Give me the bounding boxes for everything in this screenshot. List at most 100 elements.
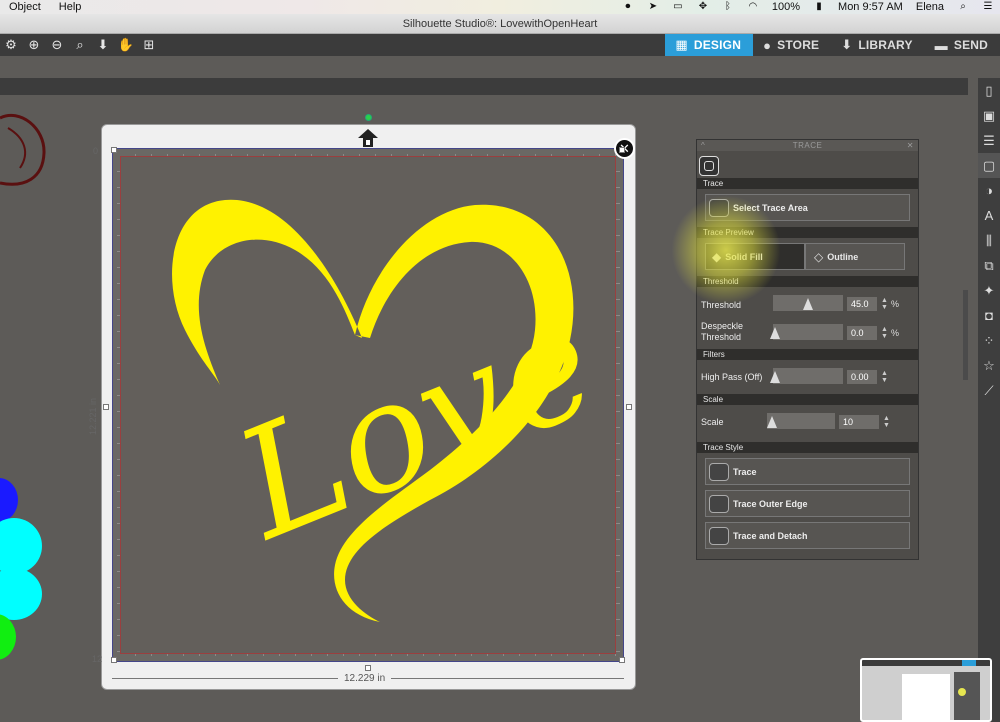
text-icon[interactable]: A [978,203,1000,228]
menu-list-icon[interactable]: ☰ [982,2,994,12]
trace-outer-edge-icon [709,494,729,513]
menu-help[interactable]: Help [50,0,91,14]
partial-cyan-circle-2[interactable] [0,568,42,620]
selection-handle[interactable] [365,665,371,671]
threshold-stepper[interactable]: ▲ ▼ [881,297,889,311]
preview-outline-button[interactable]: ◇ Outline [805,243,905,270]
scale-stepper[interactable]: ▲ ▼ [883,415,891,429]
library-icon: ⬇ [841,37,853,52]
despeckle-label-line1: Despeckle [701,321,744,331]
trace-panel-icon[interactable]: ▢ [978,153,1000,178]
clock[interactable]: Mon 9:57 AM [838,1,903,13]
right-scrollbar[interactable] [963,290,968,380]
scale-slider-knob[interactable] [767,416,777,428]
partial-blue-circle[interactable] [0,478,18,522]
user-name[interactable]: Elena [916,1,944,13]
threshold-label: Threshold [701,300,742,310]
trace-and-detach-button[interactable]: Trace and Detach [705,522,910,549]
love-text[interactable]: Love [213,276,600,575]
eraser-icon[interactable]: ⟋ [978,378,1000,403]
collapse-icon[interactable]: ^ [701,140,705,151]
move-down-icon[interactable]: ⬇ [94,36,112,54]
battery-icon[interactable]: ▮ [813,2,825,12]
zoom-out-icon[interactable]: ⊖ [48,36,66,54]
trace-outer-edge-button[interactable]: Trace Outer Edge [705,490,910,517]
battery-percent: 100% [771,1,801,13]
wifi-icon[interactable]: ◠ [747,2,759,12]
threshold-slider-knob[interactable] [803,298,813,310]
threshold-slider[interactable] [773,295,843,311]
scale-label: Scale [701,417,724,427]
trace-panel-header[interactable]: ^ TRACE ✕ [697,140,918,151]
high-pass-slider-knob[interactable] [770,371,780,383]
menu-object[interactable]: Object [0,0,50,14]
high-pass-slider[interactable] [770,368,843,384]
search-icon[interactable]: ⌕ [957,2,969,12]
trace-button[interactable]: Trace [705,458,910,485]
zoom-select-icon[interactable]: ⌕ [71,36,89,54]
partial-cyan-circle-1[interactable] [0,518,42,574]
home-arrow-icon[interactable] [357,128,379,148]
preview-solid-fill-button[interactable]: ◆ Solid Fill [705,243,805,270]
despeckle-slider[interactable] [770,324,843,340]
page-setup-icon[interactable]: ▯ [978,78,1000,103]
trace-area-icon [709,198,729,217]
trace-icon [709,462,729,481]
star-icon[interactable]: ☆ [978,353,1000,378]
select-trace-area-label: Select Trace Area [733,202,808,213]
select-trace-area-button[interactable]: Select Trace Area [705,194,910,221]
move-icon[interactable]: ✥ [697,2,709,12]
width-label: 12.229 in [338,672,392,685]
zoom-in-icon[interactable]: ⊕ [25,36,43,54]
cursor-icon[interactable]: ➤ [647,2,659,12]
grid-icon: ▦ [675,37,688,52]
rotate-handle[interactable] [365,114,372,121]
pan-hand-icon[interactable]: ✋ [117,36,135,54]
selection-handle[interactable] [619,147,625,153]
despeckle-input[interactable]: 0.0 [847,326,877,340]
high-pass-input[interactable]: 0.00 [847,370,877,384]
align-icon[interactable]: ⫼ [978,228,1000,253]
replicate-icon[interactable]: ⧉ [978,253,1000,278]
fish-outline-icon: ◇ [814,249,824,264]
trace-and-detach-label: Trace and Detach [733,530,808,541]
fill-icon[interactable]: ◑ [978,178,1000,203]
partial-green-circle[interactable] [0,614,16,660]
tab-store[interactable]: ● STORE [753,34,831,56]
partial-outline-shape[interactable] [0,108,50,190]
panel-close-icon[interactable]: ✕ [907,140,914,151]
tab-library[interactable]: ⬇ LIBRARY [831,34,924,56]
tab-send[interactable]: ▬ SEND [925,34,1000,56]
selection-handle[interactable] [111,657,117,663]
high-pass-label: High Pass (Off) [701,372,763,382]
modify-icon[interactable]: ✦ [978,278,1000,303]
airplay-icon[interactable]: ▭ [672,2,684,12]
settings-icon[interactable]: ⚙ [2,36,20,54]
screen-thumbnail[interactable] [860,658,992,722]
high-pass-stepper[interactable]: ▲ ▼ [881,370,889,384]
pix-scan-icon[interactable]: ▣ [978,103,1000,128]
selection-handle[interactable] [626,404,632,410]
height-label: 12.221 in [88,397,98,435]
store-icon: ● [763,37,772,53]
offset-icon[interactable]: ◘ [978,303,1000,328]
fit-page-icon[interactable]: ⊞ [140,36,158,54]
scale-input[interactable]: 10 [839,415,879,429]
despeckle-stepper[interactable]: ▲ ▼ [881,326,889,340]
width-dimension: 12.229 in [112,672,624,686]
heart-design[interactable]: Love [130,170,600,640]
send-icon: ▬ [934,37,948,53]
selection-handle[interactable] [619,657,625,663]
threshold-input[interactable]: 45.0 [847,297,877,311]
selection-handle[interactable] [111,147,117,153]
record-icon[interactable]: ⏺ [622,2,634,12]
fish-solid-icon: ◆ [712,249,722,264]
preview-outline-label: Outline [827,251,859,262]
tab-design[interactable]: ▦ DESIGN [665,34,754,56]
trace-tab-icon[interactable] [699,156,719,176]
scale-slider[interactable] [767,413,835,429]
sketch-icon[interactable]: ⁘ [978,328,1000,353]
grid-lines-icon[interactable]: ☰ [978,128,1000,153]
despeckle-slider-knob[interactable] [770,327,780,339]
bluetooth-icon[interactable]: ᛒ [722,2,734,12]
